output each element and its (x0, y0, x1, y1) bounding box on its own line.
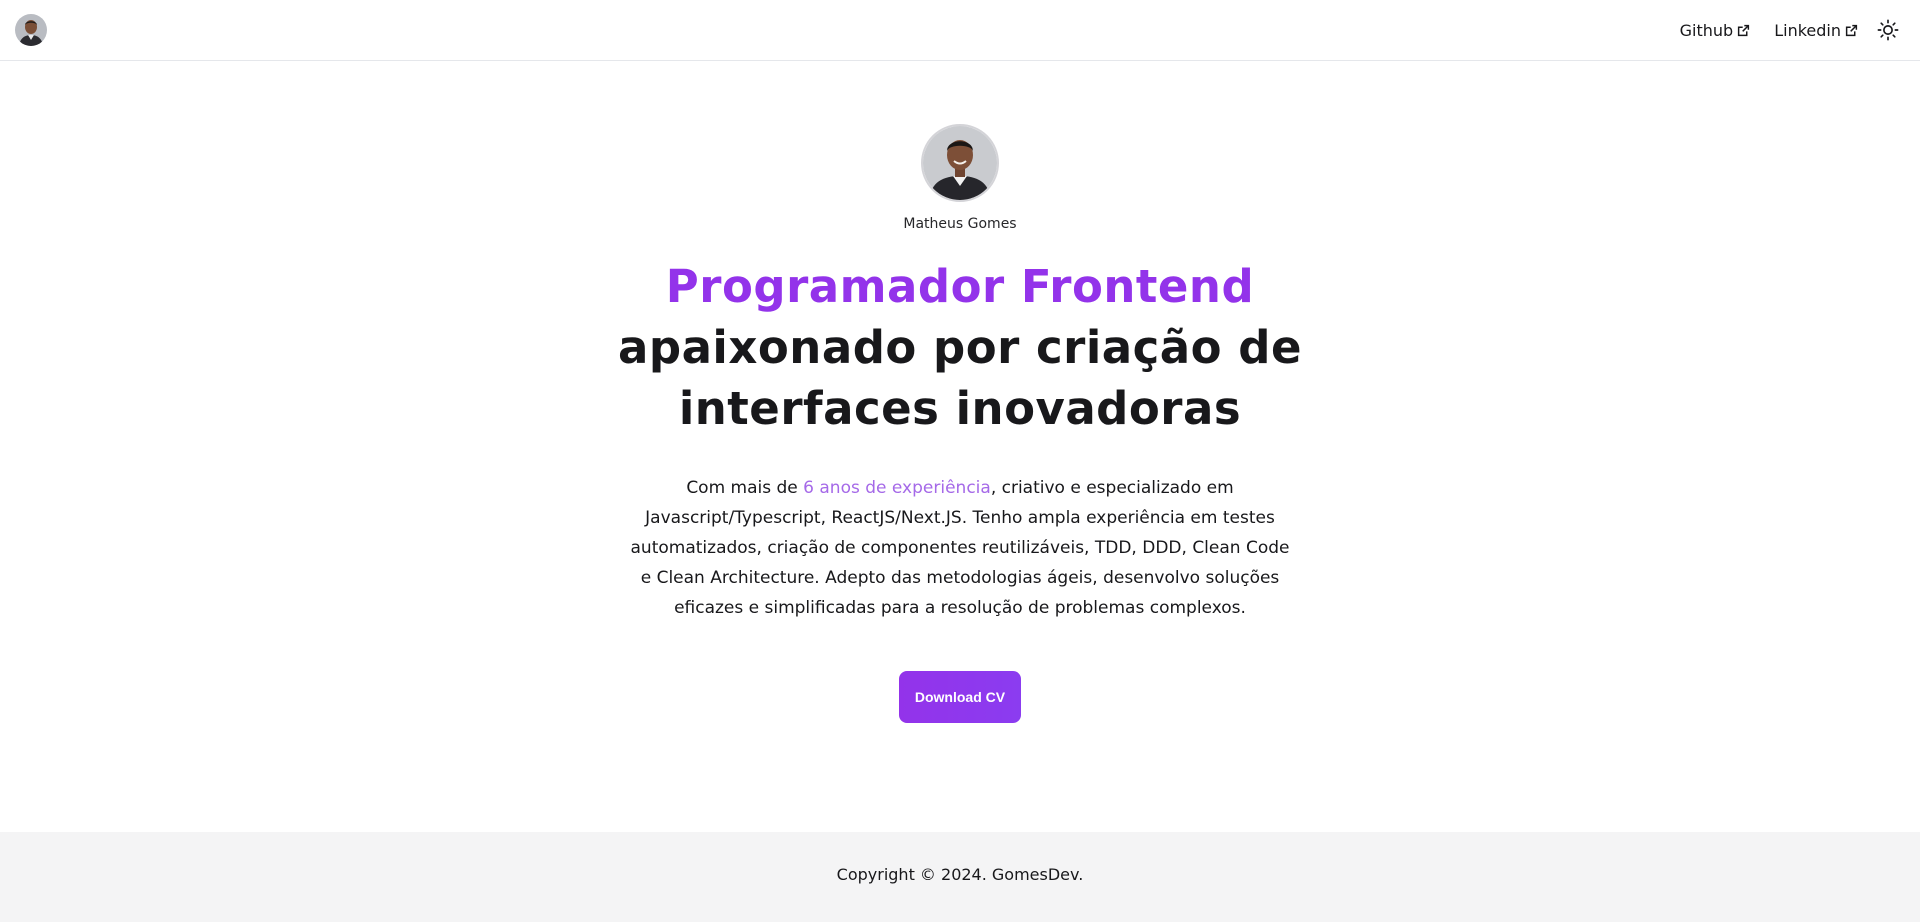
github-link[interactable]: Github (1680, 21, 1751, 40)
headline-accent: Programador Frontend (665, 260, 1255, 313)
page-title: Programador Frontend apaixonado por cria… (600, 256, 1320, 439)
site-header: Github Linkedin (0, 0, 1920, 61)
profile-avatar (921, 124, 999, 202)
profile-name: Matheus Gomes (903, 216, 1017, 232)
hero-section: Matheus Gomes Programador Frontend apaix… (0, 61, 1920, 723)
header-avatar[interactable] (15, 14, 47, 46)
headline-rest: apaixonado por criação de interfaces ino… (617, 321, 1302, 435)
profile-photo (923, 126, 997, 200)
external-link-icon (1738, 24, 1750, 36)
download-cv-button[interactable]: Download CV (899, 671, 1021, 723)
intro-text-start: Com mais de (686, 478, 804, 498)
site-footer: Copyright © 2024. GomesDev. (0, 832, 1920, 922)
theme-toggle-button[interactable] (1876, 18, 1900, 42)
copyright-text: Copyright © 2024. GomesDev. (836, 865, 1084, 884)
external-link-icon (1845, 24, 1858, 36)
top-nav: Github Linkedin (1680, 0, 1920, 60)
intro-paragraph: Com mais de 6 anos de experiência, criat… (625, 473, 1295, 623)
avatar-photo (15, 14, 47, 46)
github-link-label: Github (1679, 20, 1734, 40)
linkedin-link-label: Linkedin (1774, 20, 1841, 40)
experience-highlight: 6 anos de experiência (803, 478, 991, 498)
linkedin-link[interactable]: Linkedin (1774, 21, 1858, 40)
sun-icon (1877, 19, 1899, 41)
intro-text-end: , criativo e especializado em Javascript… (630, 478, 1290, 618)
